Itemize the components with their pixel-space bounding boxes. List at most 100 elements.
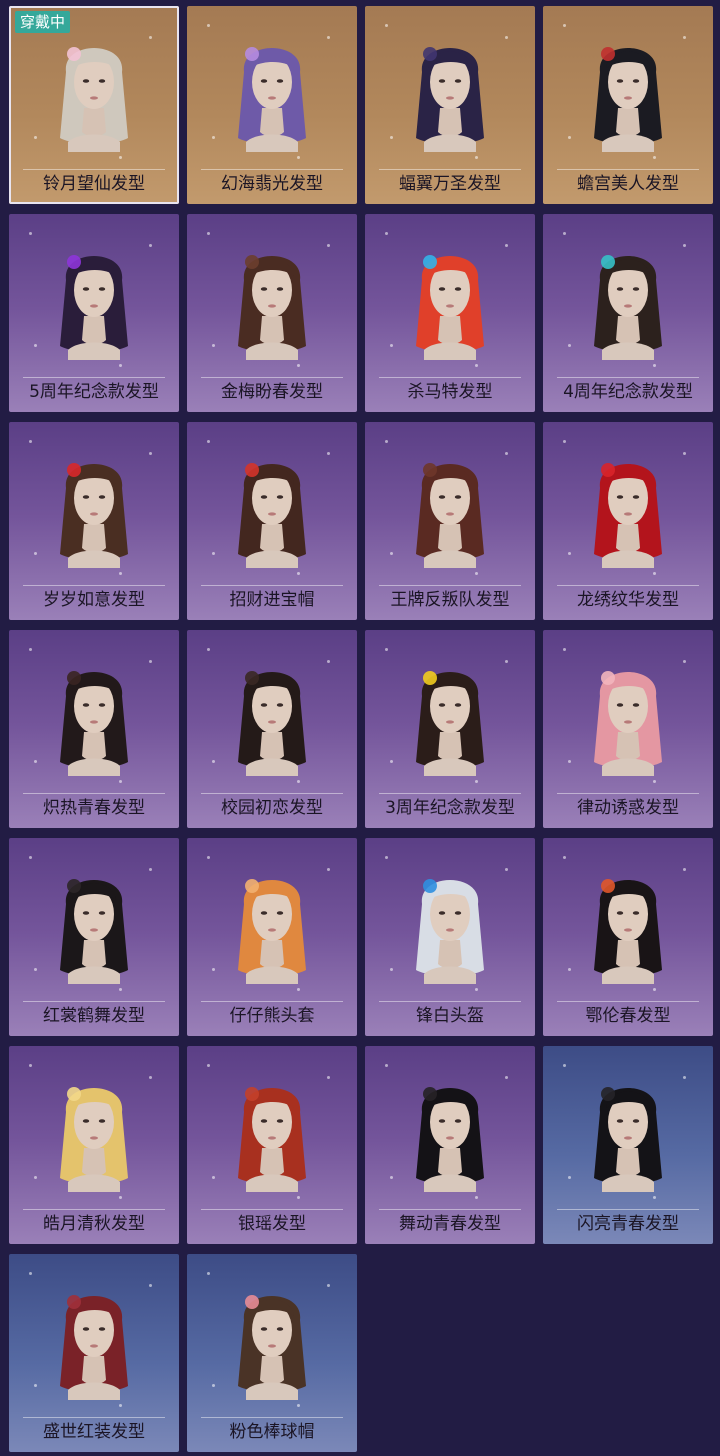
sparkle-decoration — [29, 856, 32, 859]
hairstyle-name: 粉色棒球帽 — [201, 1417, 343, 1446]
hairstyle-card[interactable]: 盛世红装发型 — [9, 1254, 179, 1452]
sparkle-decoration — [34, 1384, 37, 1387]
sparkle-decoration — [390, 344, 393, 347]
sparkle-decoration — [683, 244, 686, 247]
hairstyle-card[interactable]: 岁岁如意发型 — [9, 422, 179, 620]
sparkle-decoration — [327, 1076, 330, 1079]
hairstyle-card[interactable]: 蟾宫美人发型 — [543, 6, 713, 204]
sparkle-decoration — [568, 552, 571, 555]
sparkle-decoration — [34, 552, 37, 555]
hairstyle-card[interactable]: 5周年纪念款发型 — [9, 214, 179, 412]
sparkle-decoration — [34, 1176, 37, 1179]
sparkle-decoration — [29, 232, 32, 235]
hairstyle-preview-image — [400, 644, 500, 788]
hairstyle-card[interactable]: 招财进宝帽 — [187, 422, 357, 620]
sparkle-decoration — [385, 232, 388, 235]
sparkle-decoration — [207, 24, 210, 27]
hairstyle-name: 锋白头盔 — [379, 1001, 521, 1030]
hairstyle-name: 铃月望仙发型 — [23, 169, 165, 198]
sparkle-decoration — [34, 344, 37, 347]
hairstyle-preview-image — [222, 644, 322, 788]
sparkle-decoration — [390, 136, 393, 139]
sparkle-decoration — [149, 1076, 152, 1079]
hairstyle-card[interactable]: 律动诱惑发型 — [543, 630, 713, 828]
hairstyle-name: 蟾宫美人发型 — [557, 169, 699, 198]
sparkle-decoration — [207, 856, 210, 859]
sparkle-decoration — [505, 36, 508, 39]
sparkle-decoration — [207, 1064, 210, 1067]
hairstyle-name: 蝠翼万圣发型 — [379, 169, 521, 198]
sparkle-decoration — [327, 36, 330, 39]
sparkle-decoration — [149, 868, 152, 871]
hairstyle-card[interactable]: 龙绣纹华发型 — [543, 422, 713, 620]
hairstyle-name: 红裳鹤舞发型 — [23, 1001, 165, 1030]
sparkle-decoration — [29, 648, 32, 651]
sparkle-decoration — [385, 648, 388, 651]
hairstyle-card[interactable]: 金梅盼春发型 — [187, 214, 357, 412]
sparkle-decoration — [563, 232, 566, 235]
sparkle-decoration — [385, 856, 388, 859]
hairstyle-card[interactable]: 银瑶发型 — [187, 1046, 357, 1244]
hairstyle-card[interactable]: 杀马特发型 — [365, 214, 535, 412]
hairstyle-preview-image — [400, 20, 500, 164]
sparkle-decoration — [212, 968, 215, 971]
sparkle-decoration — [568, 344, 571, 347]
hairstyle-card[interactable]: 炽热青春发型 — [9, 630, 179, 828]
hairstyle-card[interactable]: 蝠翼万圣发型 — [365, 6, 535, 204]
sparkle-decoration — [568, 1176, 571, 1179]
hairstyle-preview-image — [222, 852, 322, 996]
hairstyle-card[interactable]: 闪亮青春发型 — [543, 1046, 713, 1244]
hairstyle-card[interactable]: 舞动青春发型 — [365, 1046, 535, 1244]
sparkle-decoration — [683, 660, 686, 663]
hairstyle-card[interactable]: 3周年纪念款发型 — [365, 630, 535, 828]
sparkle-decoration — [563, 440, 566, 443]
sparkle-decoration — [568, 760, 571, 763]
sparkle-decoration — [29, 1064, 32, 1067]
hairstyle-name: 皓月清秋发型 — [23, 1209, 165, 1238]
hairstyle-card[interactable]: 鄂伦春发型 — [543, 838, 713, 1036]
sparkle-decoration — [34, 760, 37, 763]
sparkle-decoration — [683, 868, 686, 871]
hairstyle-card[interactable]: 幻海翡光发型 — [187, 6, 357, 204]
hairstyle-card[interactable]: 仔仔熊头套 — [187, 838, 357, 1036]
sparkle-decoration — [212, 552, 215, 555]
hairstyle-card[interactable]: 4周年纪念款发型 — [543, 214, 713, 412]
sparkle-decoration — [563, 24, 566, 27]
sparkle-decoration — [390, 760, 393, 763]
hairstyle-name: 杀马特发型 — [379, 377, 521, 406]
sparkle-decoration — [327, 660, 330, 663]
hairstyle-name: 校园初恋发型 — [201, 793, 343, 822]
sparkle-decoration — [149, 452, 152, 455]
hairstyle-preview-image — [578, 20, 678, 164]
hairstyle-card[interactable]: 王牌反叛队发型 — [365, 422, 535, 620]
sparkle-decoration — [149, 36, 152, 39]
sparkle-decoration — [212, 1176, 215, 1179]
sparkle-decoration — [34, 136, 37, 139]
hairstyle-card[interactable]: 校园初恋发型 — [187, 630, 357, 828]
hairstyle-preview-image — [44, 1060, 144, 1204]
hairstyle-preview-image — [222, 1268, 322, 1412]
sparkle-decoration — [149, 1284, 152, 1287]
sparkle-decoration — [568, 968, 571, 971]
hairstyle-preview-image — [578, 1060, 678, 1204]
hairstyle-grid: 穿戴中 铃月望仙发型 幻海翡光发型 蝠翼万圣发型 蟾宫美人发型 5周年纪念款发型… — [0, 0, 720, 1456]
hairstyle-card[interactable]: 皓月清秋发型 — [9, 1046, 179, 1244]
hairstyle-card[interactable]: 红裳鹤舞发型 — [9, 838, 179, 1036]
hairstyle-preview-image — [44, 228, 144, 372]
hairstyle-preview-image — [44, 436, 144, 580]
hairstyle-preview-image — [222, 436, 322, 580]
sparkle-decoration — [390, 1176, 393, 1179]
hairstyle-name: 律动诱惑发型 — [557, 793, 699, 822]
sparkle-decoration — [34, 968, 37, 971]
hairstyle-name: 金梅盼春发型 — [201, 377, 343, 406]
hairstyle-card[interactable]: 穿戴中 铃月望仙发型 — [9, 6, 179, 204]
hairstyle-preview-image — [222, 1060, 322, 1204]
sparkle-decoration — [505, 1076, 508, 1079]
hairstyle-name: 岁岁如意发型 — [23, 585, 165, 614]
hairstyle-card[interactable]: 锋白头盔 — [365, 838, 535, 1036]
hairstyle-preview-image — [578, 644, 678, 788]
hairstyle-card[interactable]: 粉色棒球帽 — [187, 1254, 357, 1452]
sparkle-decoration — [327, 868, 330, 871]
hairstyle-preview-image — [400, 228, 500, 372]
sparkle-decoration — [505, 868, 508, 871]
